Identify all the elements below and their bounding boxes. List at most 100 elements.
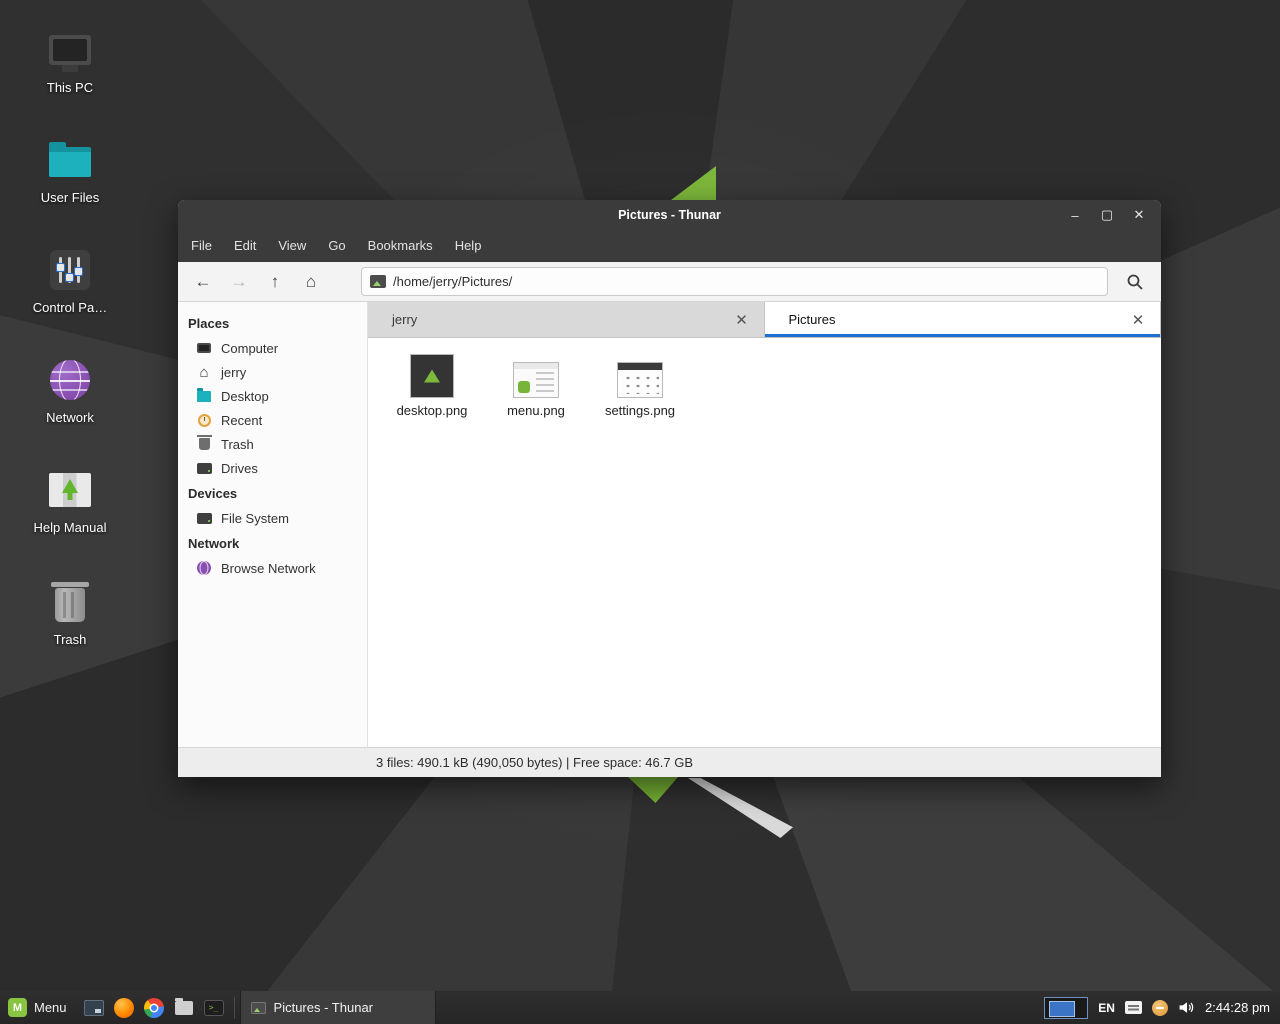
- tab-label: Pictures: [789, 312, 836, 327]
- desktop-icon-label: User Files: [18, 190, 122, 205]
- mint-logo-icon: M: [8, 998, 27, 1017]
- clock[interactable]: 2:44:28 pm: [1205, 1000, 1270, 1015]
- search-button[interactable]: [1118, 267, 1152, 297]
- sidebar-item-drives[interactable]: Drives: [178, 456, 367, 480]
- sidebar: Places Computer ⌂ jerry Desktop Recent: [178, 302, 368, 747]
- path-text: /home/jerry/Pictures/: [393, 274, 512, 289]
- image-thumbnail: [410, 354, 454, 398]
- menu-item-file[interactable]: File: [180, 230, 223, 262]
- desktop-icon-network[interactable]: Network: [18, 356, 122, 425]
- desktop-icon-control-panel[interactable]: Control Pa…: [18, 246, 122, 315]
- window-titlebar[interactable]: Pictures - Thunar – ▢ ✕: [178, 200, 1161, 230]
- file-menu-png[interactable]: menu.png: [484, 348, 588, 418]
- home-button[interactable]: ⌂: [295, 267, 327, 297]
- desktop-icon-user-files[interactable]: User Files: [18, 136, 122, 205]
- back-button[interactable]: ←: [187, 267, 219, 297]
- forward-button[interactable]: →: [223, 267, 255, 297]
- sidebar-item-file-system[interactable]: File System: [178, 506, 367, 530]
- toolbar: ← → ↑ ⌂ /home/jerry/Pictures/: [178, 262, 1161, 302]
- wallpaper-streak: [688, 778, 793, 838]
- trash-icon: [196, 436, 212, 452]
- menu-button[interactable]: M Menu: [0, 991, 79, 1024]
- taskbar-separator: [234, 997, 235, 1019]
- tab-pictures[interactable]: Pictures ✕: [765, 302, 1162, 337]
- tab-label: jerry: [392, 312, 417, 327]
- terminal-icon: >_: [204, 1000, 224, 1016]
- keyboard-language-indicator[interactable]: EN: [1098, 1001, 1115, 1015]
- show-desktop-button[interactable]: [79, 991, 109, 1024]
- file-settings-png[interactable]: settings.png: [588, 348, 692, 418]
- desktop-icon-trash[interactable]: Trash: [18, 578, 122, 647]
- tab-bar: jerry ✕ Pictures ✕: [368, 302, 1161, 338]
- sidebar-section-places: Places: [178, 310, 367, 336]
- workspace-pager[interactable]: [1044, 997, 1088, 1019]
- wallpaper-mint-logo-fragment: [660, 166, 716, 202]
- terminal-launcher[interactable]: >_: [199, 991, 229, 1024]
- file-desktop-png[interactable]: desktop.png: [380, 348, 484, 418]
- sidebar-section-devices: Devices: [178, 480, 367, 506]
- desktop-icon-label: Help Manual: [18, 520, 122, 535]
- path-bar[interactable]: /home/jerry/Pictures/: [361, 267, 1108, 296]
- menu-item-edit[interactable]: Edit: [223, 230, 267, 262]
- sidebar-item-jerry[interactable]: ⌂ jerry: [178, 360, 367, 384]
- files-launcher[interactable]: [169, 991, 199, 1024]
- file-view[interactable]: desktop.png menu.png settings.png: [368, 338, 1161, 747]
- desktop: This PC User Files Control Pa… Network H…: [0, 0, 1280, 1024]
- sidebar-item-label: File System: [221, 511, 289, 526]
- desktop-icon-this-pc[interactable]: This PC: [18, 26, 122, 95]
- chrome-launcher[interactable]: [139, 991, 169, 1024]
- tab-close-icon[interactable]: ✕: [732, 311, 752, 329]
- location-image-icon: [370, 275, 386, 288]
- desktop-icon-label: Trash: [18, 632, 122, 647]
- tab-close-icon[interactable]: ✕: [1128, 311, 1148, 329]
- desktop-icon-label: This PC: [18, 80, 122, 95]
- keyboard-layout-icon[interactable]: [1125, 1001, 1142, 1014]
- menu-item-bookmarks[interactable]: Bookmarks: [357, 230, 444, 262]
- volume-icon[interactable]: [1178, 999, 1195, 1016]
- task-button-thunar[interactable]: Pictures - Thunar: [240, 991, 436, 1024]
- firefox-icon: [114, 998, 134, 1018]
- close-button[interactable]: ✕: [1127, 204, 1151, 226]
- sidebar-section-network: Network: [178, 530, 367, 556]
- sidebar-item-computer[interactable]: Computer: [178, 336, 367, 360]
- main-pane: jerry ✕ Pictures ✕ desktop.png: [368, 302, 1161, 747]
- image-thumbnail: [617, 362, 663, 398]
- home-icon: ⌂: [196, 364, 212, 380]
- wallpaper-mint-logo-fragment: [628, 777, 678, 803]
- sidebar-item-desktop[interactable]: Desktop: [178, 384, 367, 408]
- menu-item-go[interactable]: Go: [317, 230, 356, 262]
- tab-jerry[interactable]: jerry ✕: [368, 302, 765, 337]
- menu-button-label: Menu: [34, 1000, 67, 1015]
- update-manager-icon[interactable]: [1152, 1000, 1168, 1016]
- window-title: Pictures - Thunar: [178, 208, 1161, 222]
- desktop-icon-label: Network: [18, 410, 122, 425]
- firefox-launcher[interactable]: [109, 991, 139, 1024]
- clock-icon: [196, 412, 212, 428]
- file-name: settings.png: [588, 403, 692, 418]
- file-name: desktop.png: [380, 403, 484, 418]
- sidebar-item-recent[interactable]: Recent: [178, 408, 367, 432]
- up-button[interactable]: ↑: [259, 267, 291, 297]
- network-globe-icon: [196, 560, 212, 576]
- sidebar-item-trash[interactable]: Trash: [178, 432, 367, 456]
- folder-icon: [196, 388, 212, 404]
- menu-bar: File Edit View Go Bookmarks Help: [178, 230, 1161, 262]
- taskbar: M Menu >_ Pictures - Thunar EN 2:44:28 p…: [0, 991, 1280, 1024]
- sidebar-item-label: Browse Network: [221, 561, 316, 576]
- sidebar-item-label: Trash: [221, 437, 254, 452]
- map-icon: [46, 466, 94, 514]
- sidebar-item-browse-network[interactable]: Browse Network: [178, 556, 367, 580]
- menu-item-view[interactable]: View: [267, 230, 317, 262]
- maximize-button[interactable]: ▢: [1095, 204, 1119, 226]
- trash-icon: [46, 578, 94, 626]
- minimize-button[interactable]: –: [1063, 204, 1087, 226]
- menu-item-help[interactable]: Help: [444, 230, 493, 262]
- drive-icon: [196, 510, 212, 526]
- desktop-icon-help-manual[interactable]: Help Manual: [18, 466, 122, 535]
- sidebar-item-label: Desktop: [221, 389, 269, 404]
- sidebar-item-label: jerry: [221, 365, 246, 380]
- thunar-window: Pictures - Thunar – ▢ ✕ File Edit View G…: [178, 200, 1161, 777]
- desktop-icon-label: Control Pa…: [18, 300, 122, 315]
- computer-icon: [46, 26, 94, 74]
- window-controls: – ▢ ✕: [1063, 204, 1161, 226]
